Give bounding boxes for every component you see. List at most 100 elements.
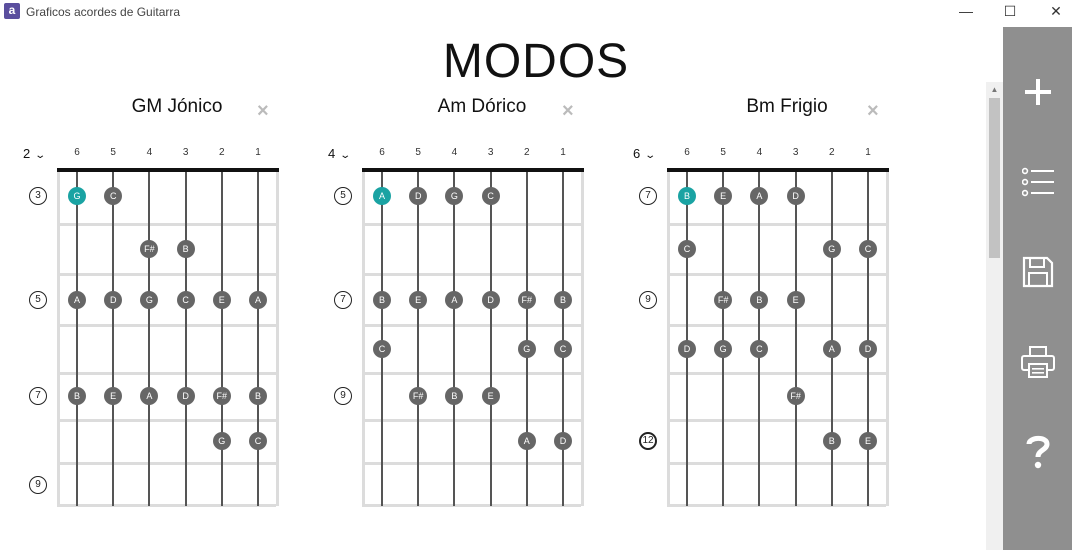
vertical-scrollbar[interactable]: ▲	[986, 82, 1003, 550]
note-dot[interactable]: C	[249, 432, 267, 450]
note-dot[interactable]: B	[249, 387, 267, 405]
note-dot[interactable]: C	[859, 240, 877, 258]
root-note-dot[interactable]: G	[68, 187, 86, 205]
string-number-label: 4	[146, 147, 153, 158]
guitar-string	[112, 170, 115, 506]
string-number-label: 2	[524, 147, 530, 158]
guitar-string	[417, 170, 420, 506]
fret-line	[362, 273, 581, 276]
note-dot[interactable]: D	[786, 187, 805, 205]
scroll-up-arrow-icon[interactable]: ▲	[986, 82, 1003, 98]
string-number-label: 6	[379, 147, 385, 158]
guitar-string	[867, 170, 869, 506]
fret-line	[362, 223, 581, 226]
string-number-label: 4	[451, 147, 458, 158]
string-number-label: 2	[829, 147, 835, 158]
maximize-button[interactable]: ☐	[987, 0, 1033, 24]
note-dot[interactable]: B	[68, 387, 86, 405]
string-number-label: 6	[74, 147, 80, 158]
guitar-string	[525, 170, 528, 506]
string-number-label: 5	[415, 147, 421, 158]
note-dot[interactable]: E	[786, 291, 805, 309]
help-button[interactable]	[1003, 422, 1072, 482]
note-dot[interactable]: D	[554, 432, 572, 450]
page-title: MODOS	[442, 35, 630, 88]
note-dot[interactable]: A	[517, 432, 536, 450]
close-window-button[interactable]: ✕	[1033, 0, 1072, 24]
start-fret-select[interactable]: 4 ⌄	[328, 146, 351, 161]
string-number-label: 3	[487, 147, 494, 158]
note-dot[interactable]: C	[678, 240, 696, 258]
chevron-down-icon: ⌄	[34, 150, 47, 161]
note-dot[interactable]: C	[373, 340, 391, 358]
fret-line	[667, 419, 886, 422]
note-dot[interactable]: G	[517, 340, 536, 358]
add-button[interactable]	[1003, 62, 1072, 122]
chart-title: Bm Frigio	[746, 96, 828, 117]
note-dot[interactable]: A	[68, 291, 86, 309]
guitar-string	[758, 170, 761, 506]
minimize-button[interactable]: —	[943, 0, 989, 24]
print-button[interactable]	[1003, 332, 1072, 392]
remove-chart-close-icon[interactable]: ×	[257, 101, 269, 121]
scroll-thumb[interactable]	[989, 98, 1000, 258]
note-dot[interactable]: B	[554, 291, 572, 309]
root-note-dot[interactable]: A	[373, 187, 391, 205]
fretboard-right-edge	[276, 170, 279, 506]
fret-line	[57, 223, 276, 226]
start-fret-select[interactable]: 6 ⌄	[633, 146, 657, 161]
fret-line	[57, 324, 276, 327]
note-dot[interactable]: D	[481, 291, 500, 309]
string-number-label: 1	[255, 147, 261, 158]
start-fret-value: 2	[23, 146, 31, 161]
fret-line	[57, 372, 276, 375]
remove-chart-close-icon[interactable]: ×	[867, 101, 879, 121]
note-dot[interactable]: C	[554, 340, 572, 358]
note-dot[interactable]: F#	[517, 291, 536, 309]
fretboard-nut	[362, 168, 584, 172]
guitar-string	[686, 170, 688, 506]
guitar-string	[148, 170, 151, 506]
note-dot[interactable]: D	[859, 340, 877, 358]
string-number-label: 4	[756, 147, 763, 158]
list-button[interactable]	[1003, 152, 1072, 212]
note-dot[interactable]: D	[678, 340, 696, 358]
guitar-string	[489, 170, 492, 506]
chart-title: GM Jónico	[131, 96, 223, 117]
note-dot[interactable]: B	[373, 291, 391, 309]
note-dot[interactable]: E	[212, 291, 231, 309]
guitar-string	[220, 170, 223, 506]
note-dot[interactable]: C	[481, 187, 500, 205]
chevron-down-icon: ⌄	[644, 150, 657, 161]
help-icon	[1026, 435, 1050, 469]
note-dot[interactable]: E	[481, 387, 500, 405]
note-dot[interactable]: F#	[786, 387, 805, 405]
note-dot[interactable]: G	[212, 432, 231, 450]
sidebar	[1003, 27, 1072, 550]
note-dot[interactable]: B	[176, 240, 195, 258]
fretboard-nut	[57, 168, 279, 172]
note-dot[interactable]: E	[859, 432, 877, 450]
note-dot[interactable]: C	[176, 291, 195, 309]
fret-line	[362, 324, 581, 327]
fret-line	[362, 372, 581, 375]
note-dot[interactable]: D	[176, 387, 195, 405]
root-note-dot[interactable]: B	[678, 187, 696, 205]
guitar-string	[453, 170, 456, 506]
remove-chart-close-icon[interactable]: ×	[562, 101, 574, 121]
fret-line	[667, 273, 886, 276]
fret-line	[667, 462, 886, 465]
save-button[interactable]	[1003, 242, 1072, 302]
note-dot[interactable]: G	[822, 240, 841, 258]
save-icon	[1022, 256, 1053, 288]
note-dot[interactable]: F#	[212, 387, 231, 405]
note-dot[interactable]: B	[822, 432, 841, 450]
note-dot[interactable]: A	[822, 340, 841, 358]
note-dot[interactable]: A	[249, 291, 267, 309]
string-number-label: 5	[720, 147, 726, 158]
chart-title: Am Dórico	[437, 96, 527, 117]
string-number-label: 3	[792, 147, 799, 158]
start-fret-select[interactable]: 2 ⌄	[23, 146, 47, 161]
fret-number-marker: 7	[29, 387, 47, 405]
fretboard-nut	[667, 168, 889, 172]
